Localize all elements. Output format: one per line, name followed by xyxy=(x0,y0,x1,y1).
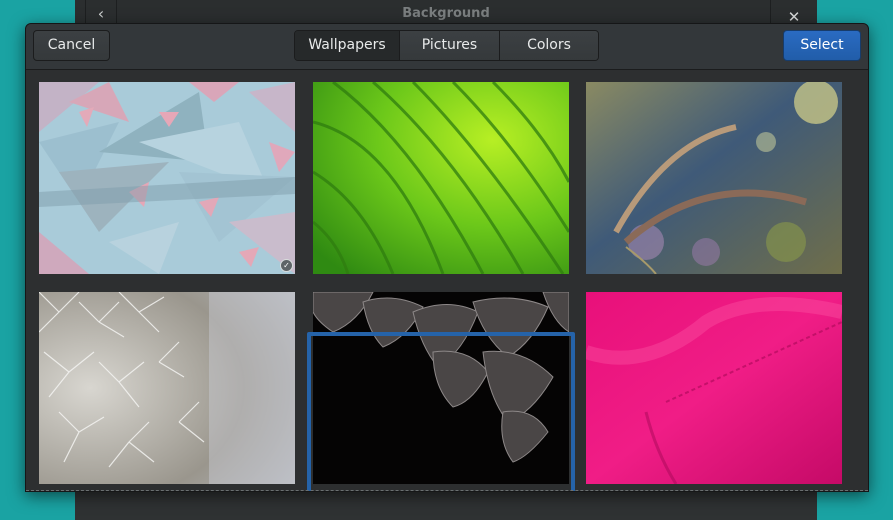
dialog-header: Cancel Wallpapers Pictures Colors Select xyxy=(26,24,868,70)
wallpaper-grid: ✓ xyxy=(26,70,868,491)
tab-wallpapers[interactable]: Wallpapers xyxy=(295,31,400,60)
dandelion-image xyxy=(39,292,295,484)
pink-fabric-image xyxy=(586,292,842,484)
current-background-icon: ✓ xyxy=(280,259,293,272)
parent-title: Background xyxy=(402,6,490,21)
wallpaper-green-leaf[interactable] xyxy=(313,82,569,274)
wallpaper-pink-fabric[interactable] xyxy=(586,292,842,484)
tab-colors[interactable]: Colors xyxy=(500,31,598,60)
wallpaper-pastel-polygons[interactable]: ✓ xyxy=(39,82,295,274)
selected-wallpaper-frame xyxy=(307,332,575,491)
green-leaf-image xyxy=(313,82,569,274)
pastel-polygons-image xyxy=(39,82,295,274)
select-button[interactable]: Select xyxy=(783,30,861,61)
wallpaper-dandelion[interactable] xyxy=(39,292,295,484)
tab-pictures[interactable]: Pictures xyxy=(400,31,500,60)
cancel-button[interactable]: Cancel xyxy=(33,30,110,61)
grass-seedheads-image xyxy=(586,82,842,274)
source-tabs: Wallpapers Pictures Colors xyxy=(294,30,599,61)
dialog-bottom-edge xyxy=(26,490,868,491)
wallpaper-grass-seedheads[interactable] xyxy=(586,82,842,274)
background-chooser-dialog: Cancel Wallpapers Pictures Colors Select xyxy=(25,23,869,492)
